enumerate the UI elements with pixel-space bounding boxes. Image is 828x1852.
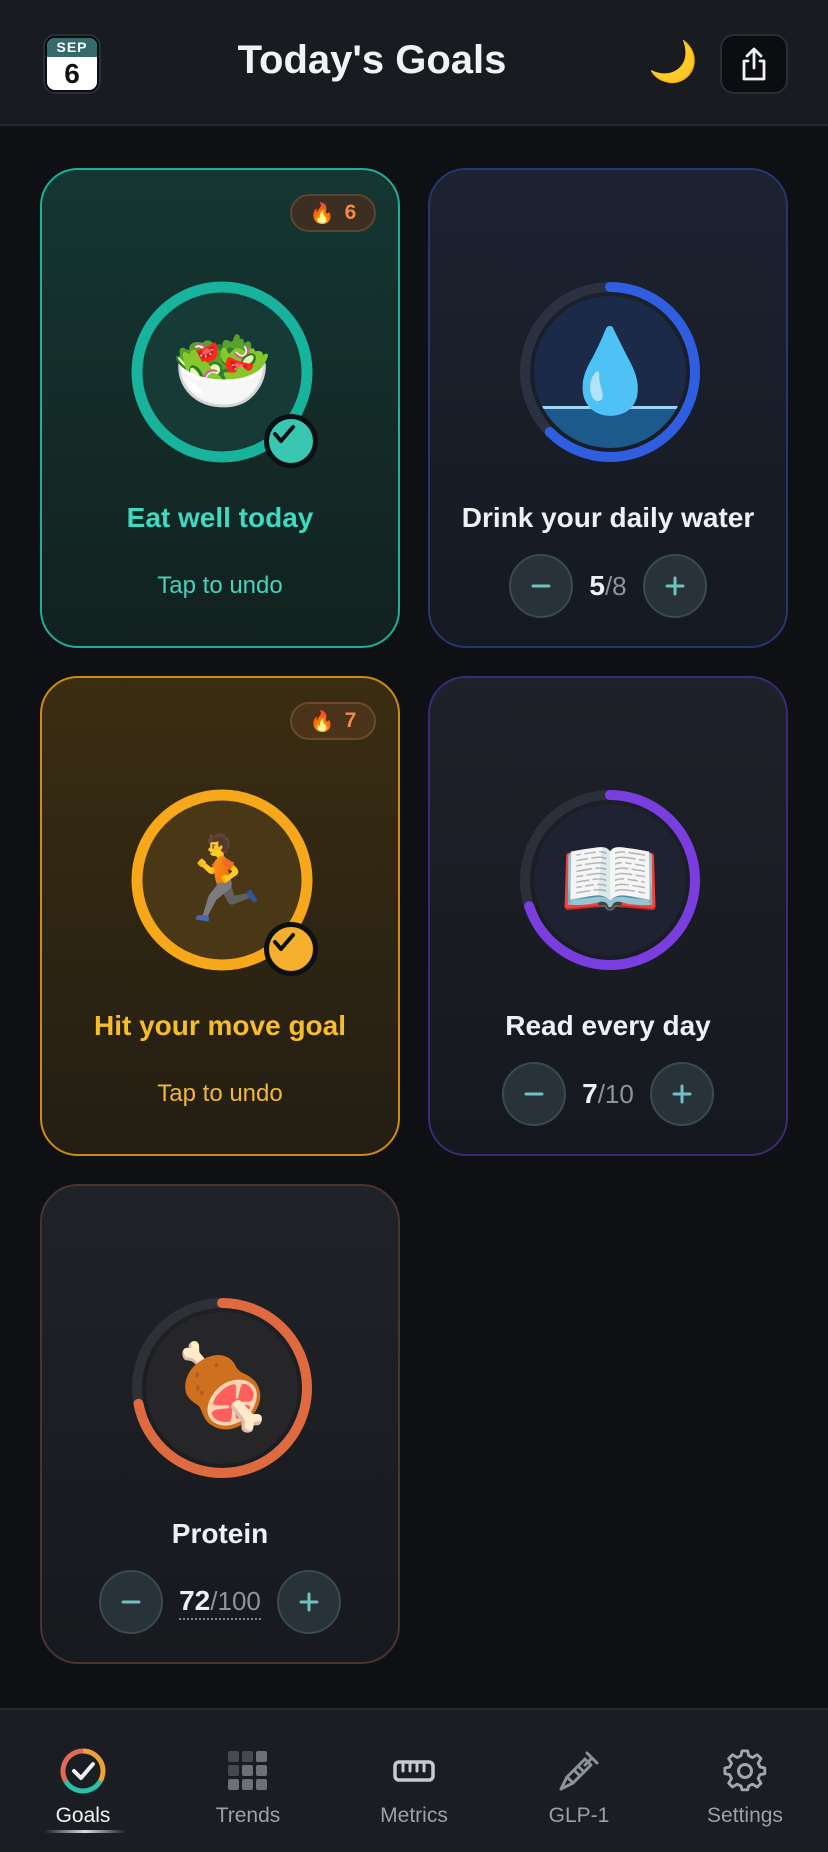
streak-badge: 🔥 6 bbox=[290, 194, 376, 232]
syringe-icon bbox=[559, 1751, 599, 1791]
decrement-button[interactable] bbox=[502, 1062, 567, 1126]
goals-icon bbox=[60, 1748, 106, 1794]
book-icon: 📖 bbox=[558, 834, 662, 925]
progress-ring: 💧 bbox=[516, 278, 704, 466]
tab-label: Settings bbox=[707, 1804, 783, 1827]
undo-button[interactable]: Tap to undo bbox=[42, 1080, 398, 1108]
checkmark-icon bbox=[264, 922, 318, 976]
progress-ring: 📖 bbox=[516, 786, 704, 974]
tab-bar: Goals Trends Metrics GLP-1 Settings bbox=[0, 1708, 828, 1852]
streak-badge: 🔥 7 bbox=[290, 702, 376, 740]
progress-ring: 🏃 bbox=[128, 786, 318, 976]
flame-icon: 🔥 bbox=[309, 202, 335, 225]
goal-name: Eat well today bbox=[126, 502, 314, 533]
goal-card-protein[interactable]: 🍖 Protein 72/100 bbox=[40, 1184, 400, 1664]
streak-count: 7 bbox=[344, 709, 357, 732]
progress-ring: 🍖 bbox=[128, 1294, 316, 1482]
page-title: Today's Goals bbox=[237, 38, 507, 82]
goal-card-water[interactable]: 💧 Drink your daily water 5/8 bbox=[428, 168, 788, 648]
streak-count: 6 bbox=[344, 201, 357, 224]
minus-icon bbox=[531, 584, 551, 588]
target-value: /8 bbox=[604, 571, 627, 601]
undo-button[interactable]: Tap to undo bbox=[42, 572, 398, 600]
decrement-button[interactable] bbox=[99, 1570, 164, 1634]
tab-glp1[interactable]: GLP-1 bbox=[509, 1746, 649, 1828]
decrement-button[interactable] bbox=[509, 554, 574, 618]
gear-icon bbox=[723, 1749, 767, 1792]
target-value: /100 bbox=[210, 1585, 261, 1616]
plus-icon bbox=[672, 1084, 692, 1104]
increment-button[interactable] bbox=[642, 554, 707, 618]
increment-button[interactable] bbox=[276, 1570, 341, 1634]
app-header: SEP 6 Today's Goals 🌙 bbox=[0, 0, 828, 126]
goal-name: Drink your daily water bbox=[461, 502, 755, 533]
current-value: 7 bbox=[582, 1078, 598, 1109]
tab-goals[interactable]: Goals bbox=[13, 1746, 153, 1828]
goal-name: Protein bbox=[171, 1518, 269, 1549]
grid-icon bbox=[228, 1751, 267, 1790]
minus-icon bbox=[524, 1092, 544, 1096]
plus-icon bbox=[665, 576, 685, 596]
target-value: /10 bbox=[597, 1079, 634, 1109]
quantity-stepper: 72/100 bbox=[42, 1570, 398, 1634]
progress-ring: 🥗 bbox=[128, 278, 318, 468]
quantity-stepper: 7/10 bbox=[430, 1062, 786, 1126]
minus-icon bbox=[121, 1600, 141, 1604]
tab-label: Goals bbox=[55, 1804, 111, 1827]
current-value: 72 bbox=[179, 1584, 211, 1616]
share-icon bbox=[742, 47, 766, 81]
progress-count: 7/10 bbox=[582, 1078, 634, 1110]
goal-card-move[interactable]: 🔥 7 🏃 Hit your move goal Tap to undo bbox=[40, 676, 400, 1156]
progress-count[interactable]: 72/100 bbox=[179, 1585, 261, 1620]
plus-icon bbox=[299, 1592, 319, 1612]
progress-count: 5/8 bbox=[589, 570, 626, 602]
tab-label: Metrics bbox=[380, 1804, 448, 1827]
tab-label: GLP-1 bbox=[548, 1804, 610, 1827]
tab-label: Trends bbox=[215, 1804, 281, 1827]
meat-icon: 🍖 bbox=[170, 1342, 274, 1433]
flame-icon: 🔥 bbox=[309, 710, 335, 733]
active-tab-indicator bbox=[44, 1830, 126, 1833]
goal-card-read[interactable]: 📖 Read every day 7/10 bbox=[428, 676, 788, 1156]
tab-trends[interactable]: Trends bbox=[178, 1746, 318, 1828]
tab-settings[interactable]: Settings bbox=[675, 1746, 815, 1828]
share-button[interactable] bbox=[720, 34, 788, 94]
quantity-stepper: 5/8 bbox=[430, 554, 786, 618]
water-drop-icon: 💧 bbox=[558, 326, 662, 417]
goal-card-eat[interactable]: 🔥 6 🥗 Eat well today Tap to undo bbox=[40, 168, 400, 648]
goal-name: Read every day bbox=[505, 1010, 711, 1041]
tab-metrics[interactable]: Metrics bbox=[344, 1746, 484, 1828]
increment-button[interactable] bbox=[649, 1062, 714, 1126]
crescent-moon-icon[interactable]: 🌙 bbox=[648, 38, 698, 86]
goal-name: Hit your move goal bbox=[93, 1010, 347, 1041]
checkmark-icon bbox=[264, 414, 318, 468]
current-value: 5 bbox=[589, 570, 605, 601]
ruler-icon bbox=[393, 1760, 435, 1782]
